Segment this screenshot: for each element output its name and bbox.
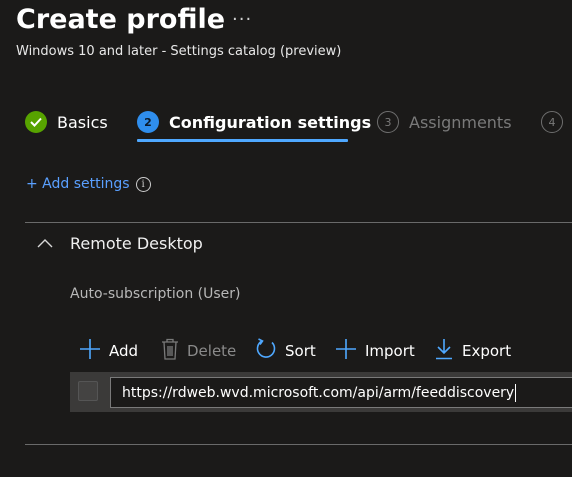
setting-label: Auto-subscription (User) [70,286,241,302]
trash-icon [161,338,179,364]
sort-button[interactable]: Sort [255,338,316,364]
url-input-value: https://rdweb.wvd.microsoft.com/api/arm/… [122,384,515,401]
import-button[interactable]: Import [335,338,415,364]
export-button-label: Export [462,342,512,360]
section-remote-desktop[interactable]: Remote Desktop [36,234,203,253]
tab-configuration-settings[interactable]: 2 Configuration settings [137,109,371,135]
add-settings-label: + Add settings [26,176,130,192]
info-icon[interactable]: i [135,176,151,192]
export-button[interactable]: Export [434,338,511,364]
chevron-up-icon [36,234,54,253]
divider [25,222,572,223]
download-icon [434,338,454,364]
row-checkbox[interactable] [78,381,98,401]
plus-icon [79,338,101,364]
url-input[interactable]: https://rdweb.wvd.microsoft.com/api/arm/… [110,377,572,408]
add-button-label: Add [109,342,139,360]
delete-button-label: Delete [187,342,237,360]
add-button[interactable]: Add [79,338,138,364]
tab-basics-label: Basics [57,112,108,132]
section-title: Remote Desktop [70,234,203,253]
tab-basics[interactable]: Basics [25,109,108,135]
page-subtitle: Windows 10 and later - Settings catalog … [16,44,342,59]
delete-button[interactable]: Delete [161,338,236,364]
divider [25,444,572,445]
refresh-icon [255,338,277,364]
step-number-3: 3 [377,111,399,133]
active-tab-indicator [137,139,348,142]
tab-assignments-label: Assignments [409,112,512,132]
page-title: Create profile [16,4,226,35]
step-number-2: 2 [137,111,159,133]
tab-step-4[interactable]: 4 [541,109,563,135]
import-button-label: Import [365,342,415,360]
add-settings-link[interactable]: + Add settings i [26,176,151,192]
checkmark-icon [25,111,47,133]
plus-icon [335,338,357,364]
text-caret [515,383,517,402]
tab-assignments[interactable]: 3 Assignments [377,109,512,135]
step-number-4: 4 [541,111,563,133]
sort-button-label: Sort [285,342,316,360]
tab-configuration-settings-label: Configuration settings [169,112,372,132]
more-options-icon[interactable]: ··· [232,9,252,30]
